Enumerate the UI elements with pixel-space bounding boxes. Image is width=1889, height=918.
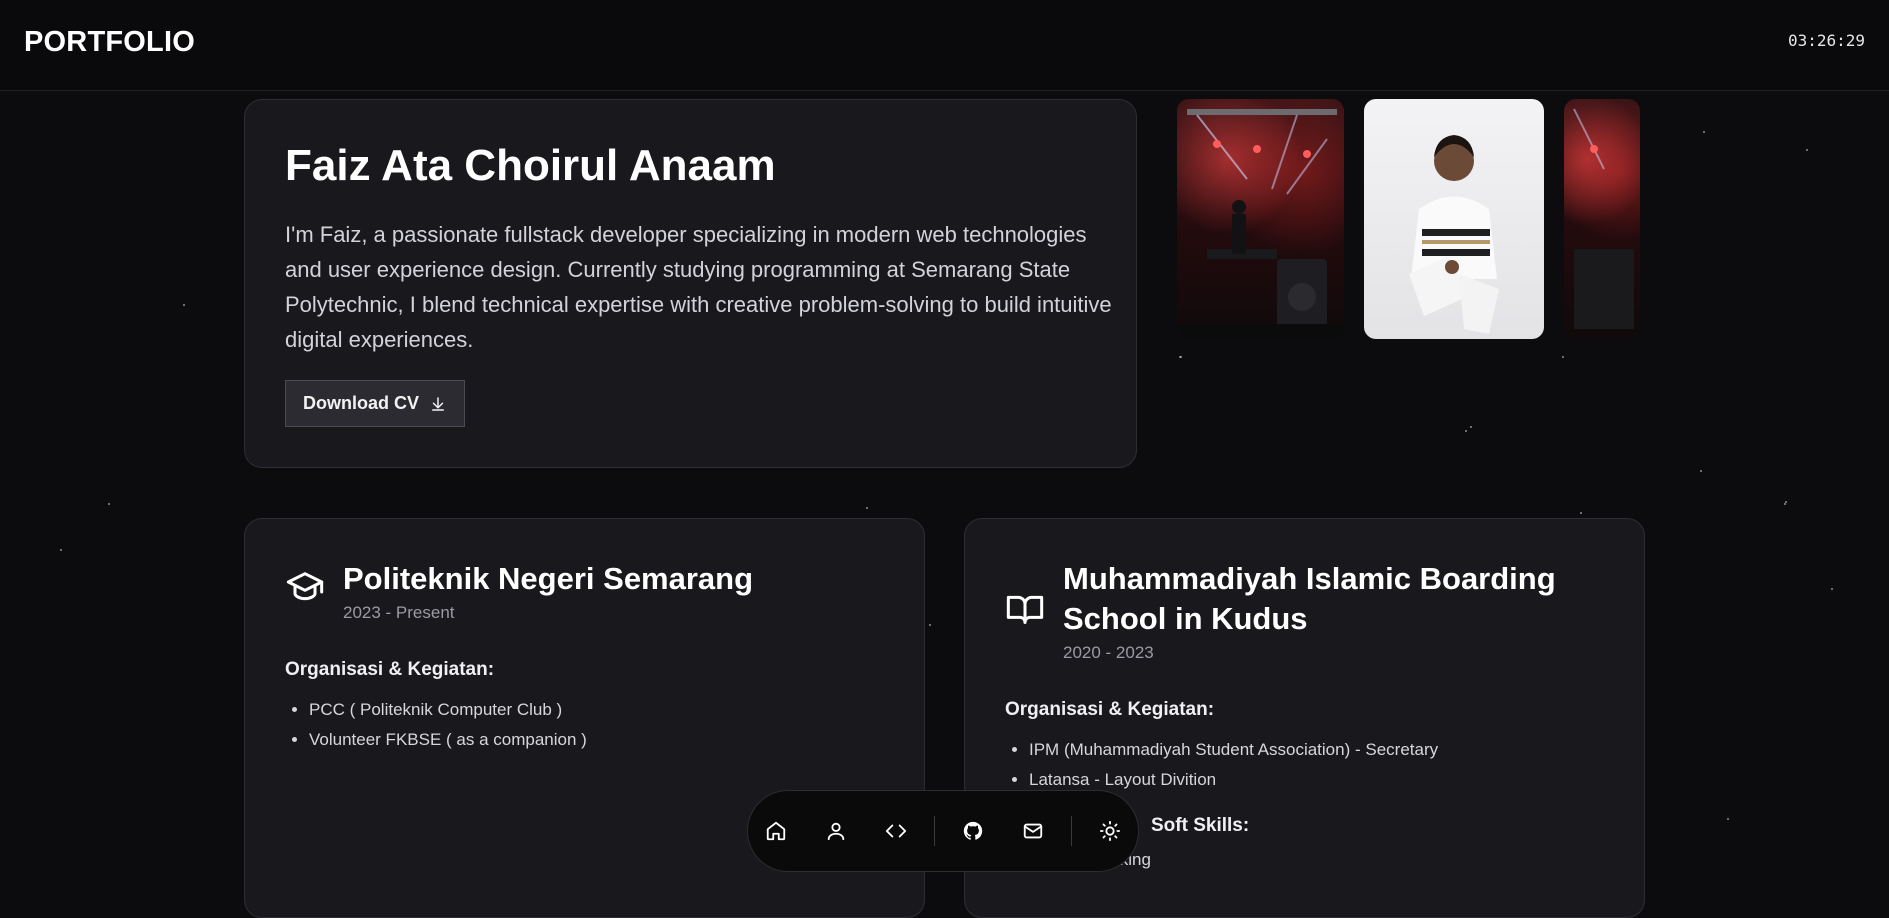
- school-years: 2023 - Present: [343, 603, 455, 622]
- gallery-photo-portrait[interactable]: [1364, 99, 1544, 339]
- activities-list: IPM (Muhammadiyah Student Association) -…: [1005, 735, 1604, 795]
- activities-label: Organisasi & Kegiatan:: [285, 659, 495, 680]
- github-icon: [963, 821, 983, 840]
- graduation-cap-icon: [286, 572, 324, 601]
- top-navbar: PORTFOLIO 03:26:29: [0, 0, 1889, 91]
- activities-list: PCC ( Politeknik Computer Club ) Volunte…: [285, 695, 884, 755]
- live-clock: 03:26:29: [1787, 31, 1865, 50]
- gallery-photo-concert-left[interactable]: [1177, 99, 1344, 339]
- list-item: PCC ( Politeknik Computer Club ): [309, 695, 884, 725]
- school-name: Muhammadiyah Islamic Boarding School in …: [1063, 561, 1556, 636]
- brand-logo[interactable]: PORTFOLIO: [24, 26, 195, 59]
- code-icon: [885, 824, 907, 838]
- dock-projects-button[interactable]: [868, 803, 924, 859]
- dock-home-button[interactable]: [748, 803, 804, 859]
- dock-divider: [934, 816, 935, 846]
- dock-divider: [1071, 816, 1072, 846]
- download-cv-label: Download CV: [303, 393, 419, 413]
- user-icon: [827, 822, 845, 841]
- floating-dock-nav: [747, 790, 1139, 872]
- book-open-icon: [1006, 595, 1044, 624]
- list-item: Latansa - Layout Divition: [1029, 765, 1604, 795]
- dock-contact-button[interactable]: [1005, 803, 1061, 859]
- activities-label: Organisasi & Kegiatan:: [1005, 699, 1215, 720]
- download-icon: [432, 396, 444, 411]
- home-icon: [766, 821, 786, 841]
- list-item: IPM (Muhammadiyah Student Association) -…: [1029, 735, 1604, 765]
- mail-icon: [1023, 823, 1043, 839]
- dock-theme-toggle[interactable]: [1082, 803, 1138, 859]
- hero-card: Faiz Ata Choirul Anaam I'm Faiz, a passi…: [244, 99, 1137, 468]
- list-item: Volunteer FKBSE ( as a companion ): [309, 725, 884, 755]
- download-cv-button[interactable]: Download CV: [285, 380, 465, 427]
- profile-bio: I'm Faiz, a passionate fullstack develop…: [285, 221, 1112, 352]
- profile-name: Faiz Ata Choirul Anaam: [285, 141, 776, 190]
- dock-github-button[interactable]: [945, 803, 1001, 859]
- school-name: Politeknik Negeri Semarang: [343, 561, 754, 596]
- sun-icon: [1099, 820, 1121, 842]
- gallery-photo-concert-right[interactable]: [1564, 99, 1640, 339]
- dock-about-button[interactable]: [808, 803, 864, 859]
- school-years: 2020 - 2023: [1063, 643, 1154, 662]
